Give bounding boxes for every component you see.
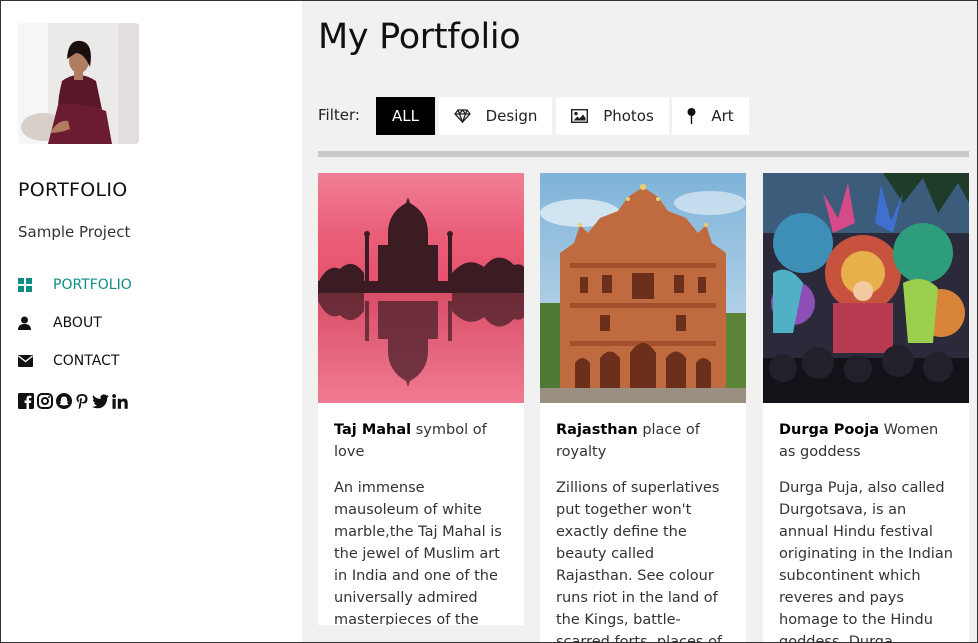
envelope-icon bbox=[18, 355, 53, 367]
filter-divider bbox=[318, 151, 969, 157]
portfolio-card-durga-pooja[interactable]: Durga Pooja Women as goddess Durga Puja,… bbox=[763, 173, 969, 643]
nav-label-contact: CONTACT bbox=[53, 353, 120, 369]
card-title: Rajasthan place of royalty bbox=[556, 419, 730, 463]
nav-item-portfolio[interactable]: PORTFOLIO bbox=[18, 266, 278, 304]
user-icon bbox=[18, 316, 53, 330]
sidebar-nav: PORTFOLIO ABOUT CONTACT bbox=[18, 266, 278, 380]
linkedin-icon[interactable] bbox=[112, 393, 128, 409]
brand-title: PORTFOLIO bbox=[18, 179, 128, 201]
photo-icon bbox=[571, 109, 589, 123]
nav-label-portfolio: PORTFOLIO bbox=[53, 277, 132, 293]
facebook-icon[interactable] bbox=[18, 393, 34, 409]
filter-photos-button[interactable]: Photos bbox=[556, 97, 669, 135]
filter-all-label: ALL bbox=[392, 107, 419, 125]
filter-design-button[interactable]: Design bbox=[439, 97, 552, 135]
portfolio-card-rajasthan[interactable]: Rajasthan place of royalty Zillions of s… bbox=[540, 173, 746, 643]
pinterest-icon[interactable] bbox=[75, 393, 89, 409]
card-title-bold: Rajasthan bbox=[556, 422, 638, 438]
brand-subtitle: Sample Project bbox=[18, 223, 131, 241]
grid-icon bbox=[18, 278, 53, 292]
nav-label-about: ABOUT bbox=[53, 315, 102, 331]
avatar bbox=[18, 23, 139, 144]
filter-design-label: Design bbox=[485, 107, 538, 125]
card-description: An immense mausoleum of white marble,the… bbox=[334, 480, 502, 625]
filter-art-label: Art bbox=[711, 107, 734, 125]
taj-mahal-image bbox=[318, 173, 524, 403]
nav-item-about[interactable]: ABOUT bbox=[18, 304, 278, 342]
card-title-bold: Durga Pooja bbox=[779, 422, 880, 438]
rajasthan-image bbox=[540, 173, 746, 403]
filter-label: Filter: bbox=[318, 106, 360, 124]
sidebar: PORTFOLIO Sample Project PORTFOLIO ABOUT bbox=[0, 0, 302, 643]
instagram-icon[interactable] bbox=[37, 393, 53, 409]
pin-icon bbox=[687, 108, 696, 124]
card-title-bold: Taj Mahal bbox=[334, 422, 412, 438]
page-title: My Portfolio bbox=[318, 17, 521, 57]
social-links bbox=[18, 393, 128, 409]
portfolio-card-taj-mahal[interactable]: Taj Mahal symbol of love An immense maus… bbox=[318, 173, 524, 625]
card-description: Zillions of superlatives put together wo… bbox=[556, 480, 723, 643]
card-title: Taj Mahal symbol of love bbox=[334, 419, 508, 463]
card-title: Durga Pooja Women as goddess bbox=[779, 419, 953, 463]
card-description: Durga Puja, also called Durgotsava, is a… bbox=[779, 480, 953, 643]
snapchat-icon[interactable] bbox=[56, 393, 72, 409]
diamond-icon bbox=[453, 109, 471, 123]
filter-all-button[interactable]: ALL bbox=[376, 97, 435, 135]
twitter-icon[interactable] bbox=[92, 393, 109, 409]
filter-photos-label: Photos bbox=[603, 107, 654, 125]
nav-item-contact[interactable]: CONTACT bbox=[18, 342, 278, 380]
durga-pooja-image bbox=[763, 173, 969, 403]
main-content: My Portfolio Filter: ALL Design Photos A… bbox=[302, 0, 978, 643]
filter-art-button[interactable]: Art bbox=[672, 97, 749, 135]
